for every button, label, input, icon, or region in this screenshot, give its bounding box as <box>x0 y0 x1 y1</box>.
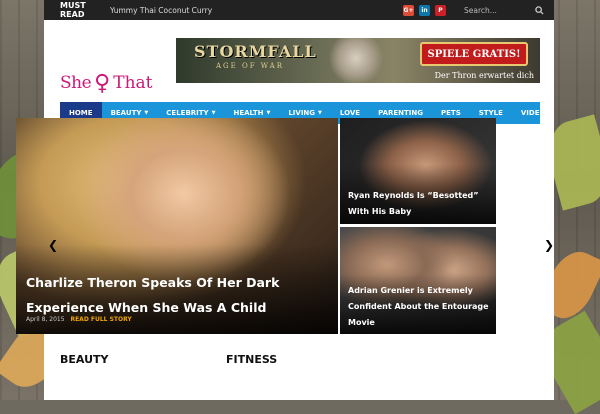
social-links: G+ in P <box>403 4 446 16</box>
ad-banner[interactable]: STORMFALL AGE OF WAR SPIELE GRATIS! Der … <box>176 38 540 83</box>
pinterest-icon[interactable]: P <box>435 4 446 16</box>
logo-she: She <box>60 73 92 93</box>
logo-that: That <box>113 73 153 93</box>
search-icon[interactable] <box>535 5 544 15</box>
featured-main-article[interactable]: Charlize Theron Speaks Of Her Dark Exper… <box>16 118 338 334</box>
section-heading-fitness: FITNESS <box>226 353 278 366</box>
nav-label: STYLE <box>478 109 503 117</box>
nav-label: CELEBRITY <box>166 109 209 117</box>
nav-label: HOME <box>69 109 93 117</box>
slider-prev-icon[interactable]: ❮ <box>48 238 58 252</box>
banner-character-image <box>326 38 386 83</box>
featured-main-date: April 8, 2015 <box>26 316 65 323</box>
read-full-story-link[interactable]: READ FULL STORY <box>70 316 131 323</box>
linkedin-icon[interactable]: in <box>419 4 430 16</box>
must-read-label: MUST READ <box>60 1 86 19</box>
nav-videos[interactable]: VIDEOS <box>512 102 560 124</box>
featured-side-title-2[interactable]: Adrian Grenier is Extremely Confident Ab… <box>348 283 490 331</box>
section-heading-beauty: BEAUTY <box>60 353 109 366</box>
site-logo[interactable]: She ♀ That <box>60 58 170 108</box>
banner-play-button[interactable]: SPIELE GRATIS! <box>420 42 528 66</box>
featured-side-article-2[interactable]: Adrian Grenier is Extremely Confident Ab… <box>340 227 496 334</box>
slider-next-icon[interactable]: ❯ <box>544 238 554 252</box>
nav-label: VIDEOS <box>520 109 551 117</box>
logo-figure-icon: ♀ <box>94 70 111 96</box>
search-input[interactable] <box>462 4 526 16</box>
chevron-down-icon: ▼ <box>144 110 149 116</box>
featured-side-title-1[interactable]: Ryan Reynolds Is “Besotted” With His Bab… <box>348 188 490 220</box>
chevron-down-icon: ▼ <box>211 110 216 116</box>
banner-subtitle: AGE OF WAR <box>216 62 284 70</box>
banner-tagline: Der Thron erwartet dich <box>434 71 534 80</box>
featured-side-article-1[interactable]: Ryan Reynolds Is “Besotted” With His Bab… <box>340 118 496 224</box>
nav-label: PARENTING <box>378 109 424 117</box>
nav-label: PETS <box>441 109 461 117</box>
nav-label: LIVING <box>288 109 316 117</box>
featured-main-title[interactable]: Charlize Theron Speaks Of Her Dark Exper… <box>26 270 326 320</box>
chevron-down-icon: ▼ <box>318 110 322 116</box>
featured-main-meta: April 8, 2015 READ FULL STORY <box>26 316 132 323</box>
nav-label: HEALTH <box>233 109 264 117</box>
top-bar: MUST READ Yummy Thai Coconut Curry G+ in… <box>44 0 554 20</box>
google-plus-icon[interactable]: G+ <box>403 4 414 16</box>
chevron-down-icon: ▼ <box>266 110 271 116</box>
ticker-link[interactable]: Yummy Thai Coconut Curry <box>110 6 403 15</box>
banner-title: STORMFALL <box>194 42 317 61</box>
nav-label: BEAUTY <box>110 109 142 117</box>
search-box <box>458 0 554 20</box>
nav-label: LOVE <box>339 109 361 117</box>
